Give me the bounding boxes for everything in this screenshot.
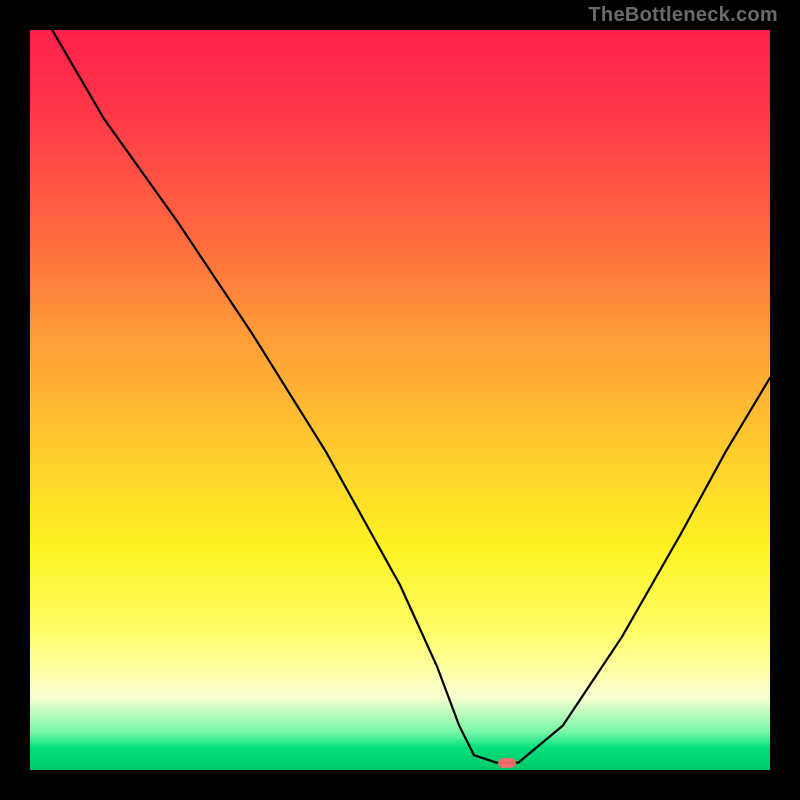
- plot-area: [30, 30, 770, 770]
- attribution-text: TheBottleneck.com: [588, 4, 778, 27]
- curve-path: [52, 30, 770, 763]
- optimum-marker: [498, 758, 516, 768]
- chart-frame: TheBottleneck.com: [0, 0, 800, 800]
- bottleneck-curve: [30, 30, 770, 770]
